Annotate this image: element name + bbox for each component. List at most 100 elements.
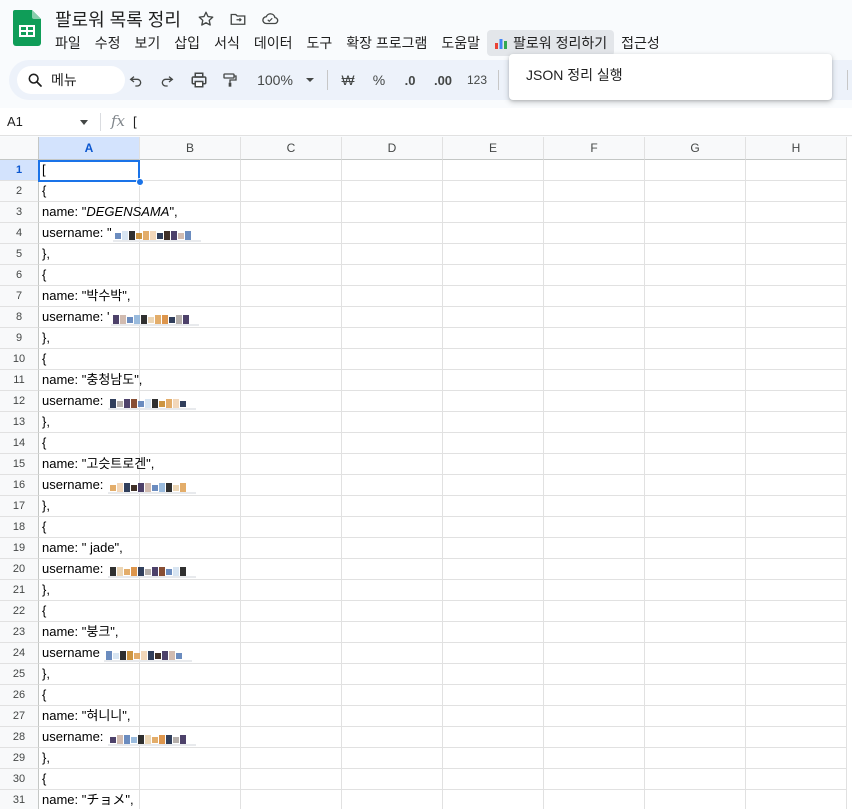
cell-a5[interactable] <box>39 244 140 265</box>
cell-c9[interactable] <box>241 328 342 349</box>
cell-h29[interactable] <box>746 748 847 769</box>
cell-d12[interactable] <box>342 391 443 412</box>
cell-e21[interactable] <box>443 580 544 601</box>
cell-g18[interactable] <box>645 517 746 538</box>
zoom-value[interactable]: 100% <box>255 68 295 92</box>
cell-g2[interactable] <box>645 181 746 202</box>
cell-g9[interactable] <box>645 328 746 349</box>
row-header[interactable]: 27 <box>0 706 39 727</box>
column-header-g[interactable]: G <box>645 137 746 160</box>
column-header-d[interactable]: D <box>342 137 443 160</box>
cell-f4[interactable] <box>544 223 645 244</box>
cell-e22[interactable] <box>443 601 544 622</box>
cell-g11[interactable] <box>645 370 746 391</box>
run-json-cleanup-item[interactable]: JSON 정리 실행 <box>509 60 832 90</box>
cell-h26[interactable] <box>746 685 847 706</box>
cell-e7[interactable] <box>443 286 544 307</box>
cell-f9[interactable] <box>544 328 645 349</box>
cell-d23[interactable] <box>342 622 443 643</box>
fill-handle[interactable] <box>136 178 144 186</box>
cell-e9[interactable] <box>443 328 544 349</box>
menu-extensions[interactable]: 확장 프로그램 <box>339 30 434 56</box>
cell-d25[interactable] <box>342 664 443 685</box>
cell-f29[interactable] <box>544 748 645 769</box>
paint-format-icon[interactable] <box>220 68 240 92</box>
row-header[interactable]: 12 <box>0 391 39 412</box>
cell-b11[interactable] <box>140 370 241 391</box>
star-icon[interactable] <box>196 9 216 29</box>
percent-format-button[interactable]: % <box>370 68 388 92</box>
cell-h25[interactable] <box>746 664 847 685</box>
cell-c11[interactable] <box>241 370 342 391</box>
cell-f26[interactable] <box>544 685 645 706</box>
column-header-h[interactable]: H <box>746 137 847 160</box>
cell-e29[interactable] <box>443 748 544 769</box>
cell-c13[interactable] <box>241 412 342 433</box>
cell-h7[interactable] <box>746 286 847 307</box>
cell-g17[interactable] <box>645 496 746 517</box>
cell-f28[interactable] <box>544 727 645 748</box>
column-header-f[interactable]: F <box>544 137 645 160</box>
row-header[interactable]: 30 <box>0 769 39 790</box>
move-folder-icon[interactable] <box>228 9 248 29</box>
cell-c15[interactable] <box>241 454 342 475</box>
cell-f1[interactable] <box>544 160 645 181</box>
cell-h30[interactable] <box>746 769 847 790</box>
cell-g6[interactable] <box>645 265 746 286</box>
row-header[interactable]: 3 <box>0 202 39 223</box>
cell-c31[interactable] <box>241 790 342 809</box>
row-header[interactable]: 23 <box>0 622 39 643</box>
row-header[interactable]: 24 <box>0 643 39 664</box>
cell-g24[interactable] <box>645 643 746 664</box>
cell-b7[interactable] <box>140 286 241 307</box>
cell-g31[interactable] <box>645 790 746 809</box>
cell-g1[interactable] <box>645 160 746 181</box>
cell-g25[interactable] <box>645 664 746 685</box>
cell-f5[interactable] <box>544 244 645 265</box>
cell-b9[interactable] <box>140 328 241 349</box>
row-header[interactable]: 14 <box>0 433 39 454</box>
row-header[interactable]: 6 <box>0 265 39 286</box>
cell-c3[interactable] <box>241 202 342 223</box>
cell-a2[interactable] <box>39 181 140 202</box>
cell-c7[interactable] <box>241 286 342 307</box>
row-header[interactable]: 9 <box>0 328 39 349</box>
cell-d20[interactable] <box>342 559 443 580</box>
row-header[interactable]: 15 <box>0 454 39 475</box>
menu-edit[interactable]: 수정 <box>88 30 128 56</box>
cell-h12[interactable] <box>746 391 847 412</box>
cell-a6[interactable] <box>39 265 140 286</box>
row-header[interactable]: 29 <box>0 748 39 769</box>
cell-e4[interactable] <box>443 223 544 244</box>
cell-g10[interactable] <box>645 349 746 370</box>
active-cell-selection[interactable] <box>38 160 140 182</box>
cell-c21[interactable] <box>241 580 342 601</box>
cell-f27[interactable] <box>544 706 645 727</box>
menu-tools[interactable]: 도구 <box>299 30 339 56</box>
cell-h21[interactable] <box>746 580 847 601</box>
cell-f31[interactable] <box>544 790 645 809</box>
row-header[interactable]: 16 <box>0 475 39 496</box>
cell-e30[interactable] <box>443 769 544 790</box>
row-header[interactable]: 2 <box>0 181 39 202</box>
cell-c5[interactable] <box>241 244 342 265</box>
document-title[interactable]: 팔로워 목록 정리 <box>55 6 181 32</box>
zoom-dropdown-icon[interactable] <box>303 68 317 92</box>
cell-g12[interactable] <box>645 391 746 412</box>
cell-f20[interactable] <box>544 559 645 580</box>
cell-f2[interactable] <box>544 181 645 202</box>
cell-e31[interactable] <box>443 790 544 809</box>
cell-c24[interactable] <box>241 643 342 664</box>
row-header[interactable]: 21 <box>0 580 39 601</box>
cell-c6[interactable] <box>241 265 342 286</box>
cell-g19[interactable] <box>645 538 746 559</box>
cell-b15[interactable] <box>140 454 241 475</box>
cell-c2[interactable] <box>241 181 342 202</box>
cell-d2[interactable] <box>342 181 443 202</box>
cell-e25[interactable] <box>443 664 544 685</box>
cell-h1[interactable] <box>746 160 847 181</box>
cell-h20[interactable] <box>746 559 847 580</box>
cell-b19[interactable] <box>140 538 241 559</box>
cell-d21[interactable] <box>342 580 443 601</box>
cell-h23[interactable] <box>746 622 847 643</box>
